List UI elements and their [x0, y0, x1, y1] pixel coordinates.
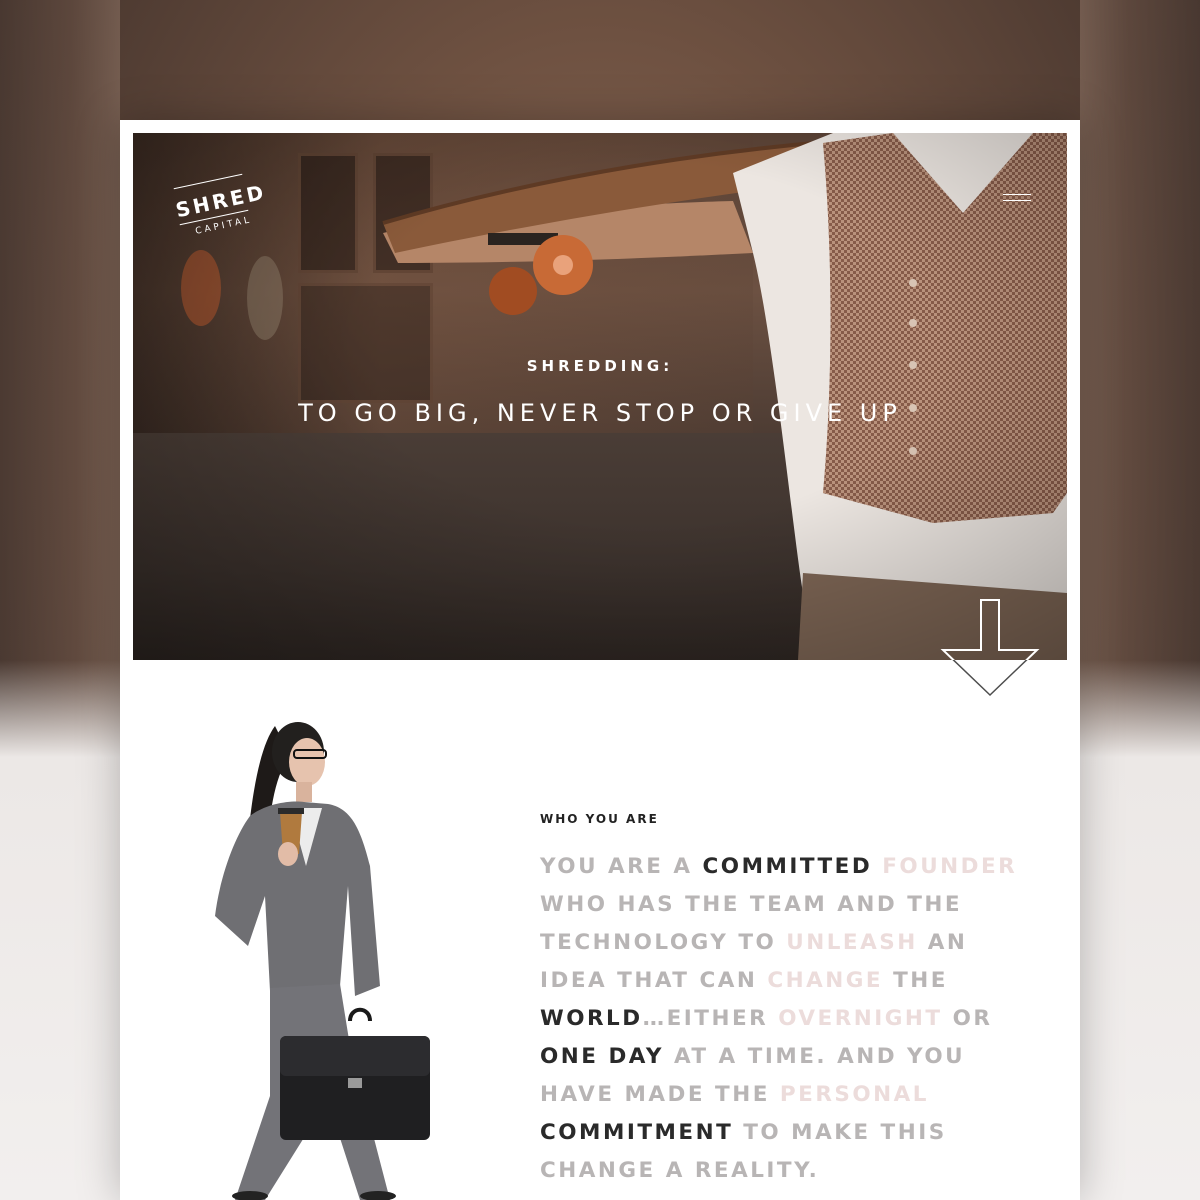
- body-text-segment: ONE DAY: [540, 1044, 664, 1069]
- menu-bar: [1003, 200, 1031, 201]
- section-body: YOU ARE A COMMITTED FOUNDER WHO HAS THE …: [540, 848, 1020, 1190]
- body-text-segment: YOU ARE A: [540, 854, 703, 879]
- body-text-segment: CHANGE: [767, 968, 884, 993]
- hero-vignette: [133, 133, 1067, 660]
- who-you-are-section: WHO YOU ARE YOU ARE A COMMITTED FOUNDER …: [540, 812, 1020, 1190]
- body-text-segment: OVERNIGHT: [778, 1006, 943, 1031]
- body-text-segment: [872, 854, 882, 879]
- hamburger-icon[interactable]: [1003, 194, 1031, 208]
- hero-section: SHRED CAPITAL SHREDDING: TO GO BIG, NEVE…: [133, 133, 1067, 660]
- section-label: WHO YOU ARE: [540, 812, 659, 826]
- brand-logo[interactable]: SHRED CAPITAL: [173, 171, 268, 251]
- body-text-segment: THE: [883, 968, 948, 993]
- body-text-segment: UNLEASH: [786, 930, 918, 955]
- hero-title: TO GO BIG, NEVER STOP OR GIVE UP: [298, 399, 902, 427]
- menu-bar: [1003, 194, 1031, 195]
- arrow-down-icon[interactable]: [938, 598, 1042, 698]
- body-text-segment: OR: [942, 1006, 993, 1031]
- body-text-segment: COMMITTED: [702, 854, 873, 879]
- body-text-segment: COMMITMENT: [540, 1120, 734, 1145]
- body-text-segment: WORLD: [540, 1006, 643, 1031]
- body-text-segment: FOUNDER: [882, 854, 1018, 879]
- body-text-segment: …EITHER: [642, 1006, 779, 1031]
- businesswoman-image: [215, 722, 430, 1200]
- page-card: SHRED CAPITAL SHREDDING: TO GO BIG, NEVE…: [120, 120, 1080, 1200]
- body-text-segment: PERSONAL: [779, 1082, 929, 1107]
- hero-kicker: SHREDDING:: [526, 357, 674, 375]
